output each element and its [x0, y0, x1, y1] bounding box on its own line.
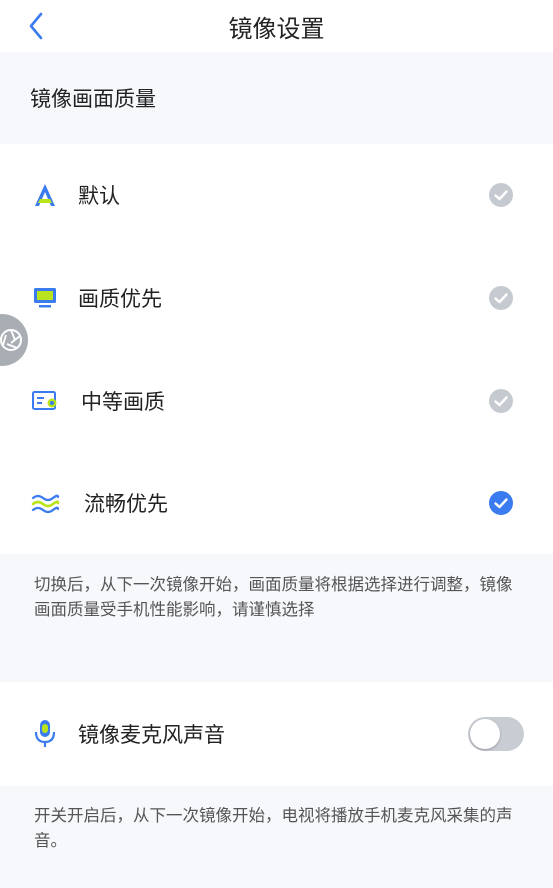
quality-option-label: 默认 — [78, 184, 120, 208]
check-circle-icon — [489, 286, 513, 310]
quality-section-header: 镜像画面质量 — [0, 52, 553, 144]
document-badge-icon — [30, 386, 60, 416]
quality-section-title: 镜像画面质量 — [30, 87, 156, 111]
quality-option-label: 画质优先 — [78, 287, 162, 311]
chevron-left-icon — [29, 12, 43, 40]
microphone-icon — [30, 717, 60, 751]
check-circle-icon — [489, 183, 513, 207]
monitor-icon — [30, 283, 60, 313]
back-button[interactable] — [22, 10, 50, 42]
quality-option-default[interactable]: 默认 — [0, 144, 553, 246]
page-title: 镜像设置 — [228, 14, 325, 43]
header-bar: 镜像设置 — [0, 0, 553, 52]
microphone-label: 镜像麦克风声音 — [78, 723, 225, 747]
quality-option-smooth-first[interactable]: 流畅优先 — [0, 452, 553, 554]
letter-a-icon — [30, 180, 60, 210]
toggle-knob — [470, 719, 500, 749]
quality-options-list: 默认 画质优先 中等画质 流畅优先 — [0, 144, 553, 554]
microphone-toggle[interactable] — [468, 717, 524, 751]
microphone-setting-row: 镜像麦克风声音 — [0, 682, 553, 786]
aperture-icon — [0, 329, 22, 351]
quality-option-label: 中等画质 — [81, 390, 165, 414]
check-circle-selected-icon — [489, 491, 513, 515]
waves-icon — [30, 488, 60, 518]
check-circle-icon — [489, 389, 513, 413]
quality-option-picture-first[interactable]: 画质优先 — [0, 247, 553, 349]
quality-option-medium[interactable]: 中等画质 — [0, 350, 553, 452]
microphone-note: 开关开启后，从下一次镜像开始，电视将播放手机麦克风采集的声音。 — [34, 806, 513, 850]
quality-option-label: 流畅优先 — [84, 492, 168, 516]
quality-note: 切换后，从下一次镜像开始，画面质量将根据选择进行调整，镜像画面质量受手机性能影响… — [34, 575, 513, 619]
